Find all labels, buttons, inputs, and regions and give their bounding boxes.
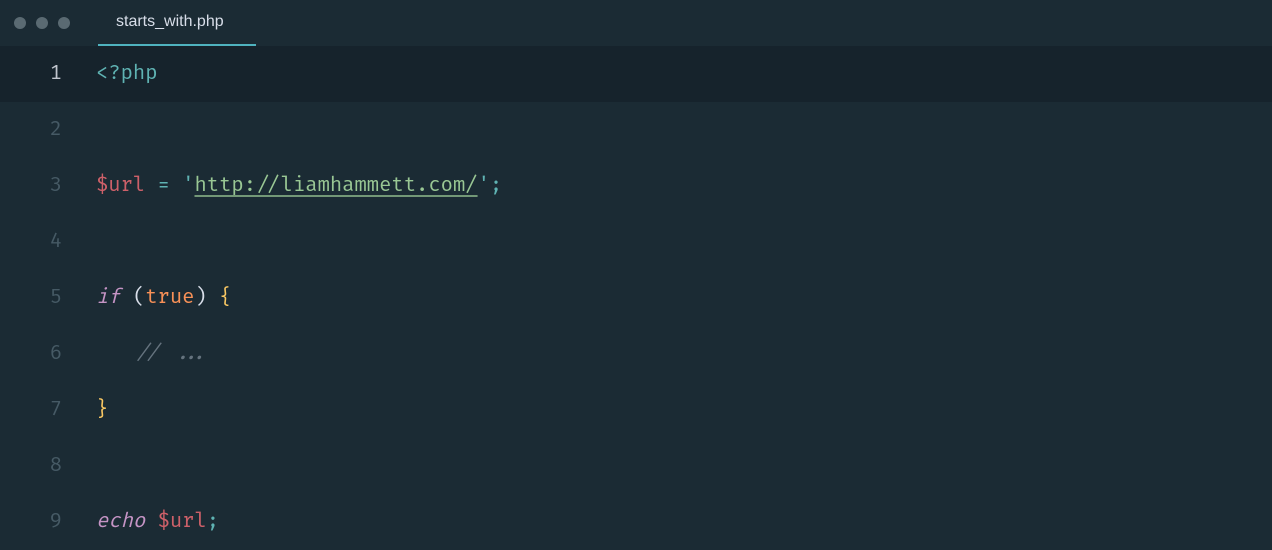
space: [145, 510, 157, 534]
php-open-tag: <: [96, 62, 108, 86]
code-line: 4: [0, 214, 1272, 270]
code-line: 5 if (true) {: [0, 270, 1272, 326]
keyword-if: if: [96, 286, 121, 310]
code-line: 7 }: [0, 382, 1272, 438]
line-number: 8: [0, 454, 96, 478]
line-number: 5: [0, 286, 96, 310]
close-icon[interactable]: [14, 17, 26, 29]
code-content: $url = 'http://liamhammett.com/';: [96, 174, 502, 198]
code-content: }: [96, 398, 108, 422]
semicolon: ;: [207, 510, 219, 534]
paren-open: (: [133, 286, 145, 310]
variable: $url: [158, 510, 207, 534]
code-content: <?php: [96, 62, 158, 86]
paren-close: ): [194, 286, 206, 310]
keyword-echo: echo: [96, 510, 145, 534]
php-open-word: php: [121, 62, 158, 86]
space: [121, 286, 133, 310]
semicolon: ;: [490, 174, 502, 198]
code-content: // ...: [96, 342, 209, 366]
operator: =: [145, 174, 182, 198]
minimize-icon[interactable]: [36, 17, 48, 29]
code-line: 6 // ...: [0, 326, 1272, 382]
line-number: 7: [0, 398, 96, 422]
quote: ': [182, 174, 194, 198]
code-line: 8: [0, 438, 1272, 494]
title-bar: starts_with.php: [0, 0, 1272, 46]
brace-open: {: [219, 286, 231, 310]
const-true: true: [145, 286, 194, 310]
code-line: 1 <?php: [0, 46, 1272, 102]
tab-file[interactable]: starts_with.php: [98, 0, 256, 46]
line-number: 3: [0, 174, 96, 198]
zoom-icon[interactable]: [58, 17, 70, 29]
line-number: 9: [0, 510, 96, 534]
code-line: 3 $url = 'http://liamhammett.com/';: [0, 158, 1272, 214]
line-number: 4: [0, 230, 96, 254]
code-content: if (true) {: [96, 286, 231, 310]
line-number: 6: [0, 342, 96, 366]
brace-close: }: [96, 398, 108, 422]
line-number: 1: [0, 62, 96, 86]
tab-label: starts_with.php: [116, 13, 224, 31]
php-open-q: ?: [108, 62, 120, 86]
code-line: 2: [0, 102, 1272, 158]
code-line: 9 echo $url;: [0, 494, 1272, 550]
variable: $url: [96, 174, 145, 198]
line-number: 2: [0, 118, 96, 142]
space: [207, 286, 219, 310]
code-content: echo $url;: [96, 510, 219, 534]
window-controls: [14, 17, 70, 29]
string-url: http://liamhammett.com/: [194, 174, 477, 198]
quote: ': [478, 174, 490, 198]
comment: // ...: [135, 342, 209, 366]
code-editor[interactable]: 1 <?php 2 3 $url = 'http://liamhammett.c…: [0, 46, 1272, 550]
